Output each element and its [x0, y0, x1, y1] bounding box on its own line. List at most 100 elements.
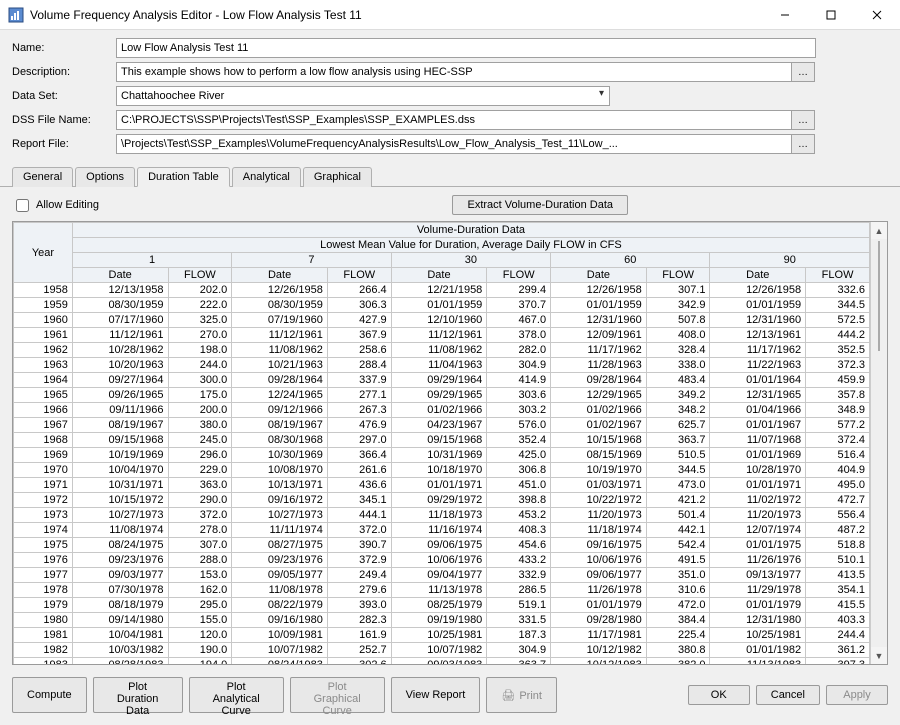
table-row[interactable]: 196007/17/1960325.007/19/1960427.912/10/…	[14, 313, 870, 328]
scroll-thumb[interactable]	[878, 241, 880, 351]
table-row[interactable]: 197310/27/1973372.010/27/1973444.111/18/…	[14, 508, 870, 523]
cell-flow: 372.0	[327, 523, 391, 538]
cell-date: 10/13/1971	[232, 478, 328, 493]
table-row[interactable]: 197709/03/1977153.009/05/1977249.409/04/…	[14, 568, 870, 583]
table-row[interactable]: 196509/26/1965175.012/24/1965277.109/29/…	[14, 388, 870, 403]
table-row[interactable]: 197807/30/1978162.011/08/1978279.611/13/…	[14, 583, 870, 598]
cell-year: 1962	[14, 343, 73, 358]
scroll-down-arrow-icon[interactable]: ▼	[871, 647, 887, 664]
cell-flow: 408.0	[646, 328, 710, 343]
cell-date: 10/09/1981	[232, 628, 328, 643]
reportfile-field[interactable]	[116, 134, 792, 154]
cell-date: 09/15/1968	[391, 433, 487, 448]
allow-editing-input[interactable]	[16, 199, 29, 212]
compute-button[interactable]: Compute	[12, 677, 87, 713]
vertical-scrollbar[interactable]: ▲ ▼	[870, 222, 887, 664]
table-row[interactable]: 197908/18/1979295.008/22/1979393.008/25/…	[14, 598, 870, 613]
cell-date: 01/01/1959	[391, 298, 487, 313]
cell-flow: 279.6	[327, 583, 391, 598]
tab-duration-table[interactable]: Duration Table	[137, 167, 230, 187]
table-row[interactable]: 195908/30/1959222.008/30/1959306.301/01/…	[14, 298, 870, 313]
table-row[interactable]: 198308/28/1983194.008/24/1983302.609/03/…	[14, 658, 870, 665]
table-row[interactable]: 198009/14/1980155.009/16/1980282.309/19/…	[14, 613, 870, 628]
view-report-button[interactable]: View Report	[391, 677, 481, 713]
cell-flow: 290.0	[168, 493, 232, 508]
cell-date: 10/25/1981	[391, 628, 487, 643]
table-row[interactable]: 196809/15/1968245.008/30/1968297.009/15/…	[14, 433, 870, 448]
cell-date: 11/22/1963	[710, 358, 806, 373]
cell-flow: 352.4	[487, 433, 551, 448]
allow-editing-checkbox[interactable]: Allow Editing	[12, 196, 99, 215]
cell-date: 09/13/1977	[710, 568, 806, 583]
cell-flow: 161.9	[327, 628, 391, 643]
table-row[interactable]: 196310/20/1963244.010/21/1963288.411/04/…	[14, 358, 870, 373]
cell-date: 08/15/1969	[551, 448, 647, 463]
cell-flow: 354.1	[806, 583, 870, 598]
cell-date: 11/18/1973	[391, 508, 487, 523]
dssfile-browse-button[interactable]: …	[791, 110, 815, 130]
plot-duration-button[interactable]: Plot Duration Data	[93, 677, 183, 713]
cell-flow: 491.5	[646, 553, 710, 568]
apply-button[interactable]: Apply	[826, 685, 888, 705]
duration-table-wrap: YearVolume-Duration DataLowest Mean Valu…	[12, 221, 888, 665]
table-row[interactable]: 197110/31/1971363.010/13/1971436.601/01/…	[14, 478, 870, 493]
plot-graphical-button[interactable]: Plot Graphical Curve	[290, 677, 385, 713]
table-row[interactable]: 196111/12/1961270.011/12/1961367.911/12/…	[14, 328, 870, 343]
plot-analytical-button[interactable]: Plot Analytical Curve	[189, 677, 284, 713]
cell-date: 01/02/1966	[391, 403, 487, 418]
tab-graphical[interactable]: Graphical	[303, 167, 372, 187]
cell-date: 01/01/1971	[710, 478, 806, 493]
table-row[interactable]: 197609/23/1976288.009/23/1976372.910/06/…	[14, 553, 870, 568]
name-field[interactable]	[116, 38, 816, 58]
cell-date: 10/12/1983	[551, 658, 647, 665]
close-button[interactable]	[854, 0, 900, 30]
cell-flow: 282.0	[487, 343, 551, 358]
cell-year: 1971	[14, 478, 73, 493]
cell-date: 09/06/1977	[551, 568, 647, 583]
tab-analytical[interactable]: Analytical	[232, 167, 301, 187]
description-expand-button[interactable]: …	[791, 62, 815, 82]
tab-options[interactable]: Options	[75, 167, 135, 187]
allow-editing-label: Allow Editing	[36, 199, 99, 211]
table-row[interactable]: 198210/03/1982190.010/07/1982252.710/07/…	[14, 643, 870, 658]
table-row[interactable]: 196708/19/1967380.008/19/1967476.904/23/…	[14, 418, 870, 433]
dssfile-field[interactable]	[116, 110, 792, 130]
cell-date: 08/24/1983	[232, 658, 328, 665]
print-button[interactable]: 🖨Print	[486, 677, 557, 713]
extract-data-button[interactable]: Extract Volume-Duration Data	[452, 195, 628, 215]
cell-date: 11/28/1963	[551, 358, 647, 373]
cell-date: 10/22/1972	[551, 493, 647, 508]
table-subtitle: Lowest Mean Value for Duration, Average …	[72, 238, 869, 253]
cell-flow: 495.0	[806, 478, 870, 493]
cell-flow: 155.0	[168, 613, 232, 628]
cell-flow: 344.5	[806, 298, 870, 313]
maximize-button[interactable]	[808, 0, 854, 30]
table-row[interactable]: 196910/19/1969296.010/30/1969366.410/31/…	[14, 448, 870, 463]
reportfile-browse-button[interactable]: …	[791, 134, 815, 154]
cell-date: 09/03/1983	[391, 658, 487, 665]
cell-date: 07/30/1978	[72, 583, 168, 598]
cell-flow: 398.8	[487, 493, 551, 508]
cell-date: 01/01/1967	[710, 418, 806, 433]
cell-date: 10/25/1981	[710, 628, 806, 643]
tab-general[interactable]: General	[12, 167, 73, 187]
cancel-button[interactable]: Cancel	[756, 685, 820, 705]
scroll-up-arrow-icon[interactable]: ▲	[871, 222, 887, 239]
table-row[interactable]: 198110/04/1981120.010/09/1981161.910/25/…	[14, 628, 870, 643]
cell-date: 11/20/1973	[551, 508, 647, 523]
table-row[interactable]: 196609/11/1966200.009/12/1966267.301/02/…	[14, 403, 870, 418]
table-row[interactable]: 196409/27/1964300.009/28/1964337.909/29/…	[14, 373, 870, 388]
ok-button[interactable]: OK	[688, 685, 750, 705]
table-row[interactable]: 197411/08/1974278.011/11/1974372.011/16/…	[14, 523, 870, 538]
cell-year: 1983	[14, 658, 73, 665]
description-field[interactable]	[116, 62, 792, 82]
cell-date: 12/13/1961	[710, 328, 806, 343]
table-row[interactable]: 197010/04/1970229.010/08/1970261.610/18/…	[14, 463, 870, 478]
table-row[interactable]: 195812/13/1958202.012/26/1958266.412/21/…	[14, 283, 870, 298]
table-row[interactable]: 196210/28/1962198.011/08/1962258.611/08/…	[14, 343, 870, 358]
table-row[interactable]: 197508/24/1975307.008/27/1975390.709/06/…	[14, 538, 870, 553]
dataset-combo[interactable]: Chattahoochee River	[116, 86, 610, 106]
table-row[interactable]: 197210/15/1972290.009/16/1972345.109/29/…	[14, 493, 870, 508]
minimize-button[interactable]	[762, 0, 808, 30]
cell-flow: 270.0	[168, 328, 232, 343]
